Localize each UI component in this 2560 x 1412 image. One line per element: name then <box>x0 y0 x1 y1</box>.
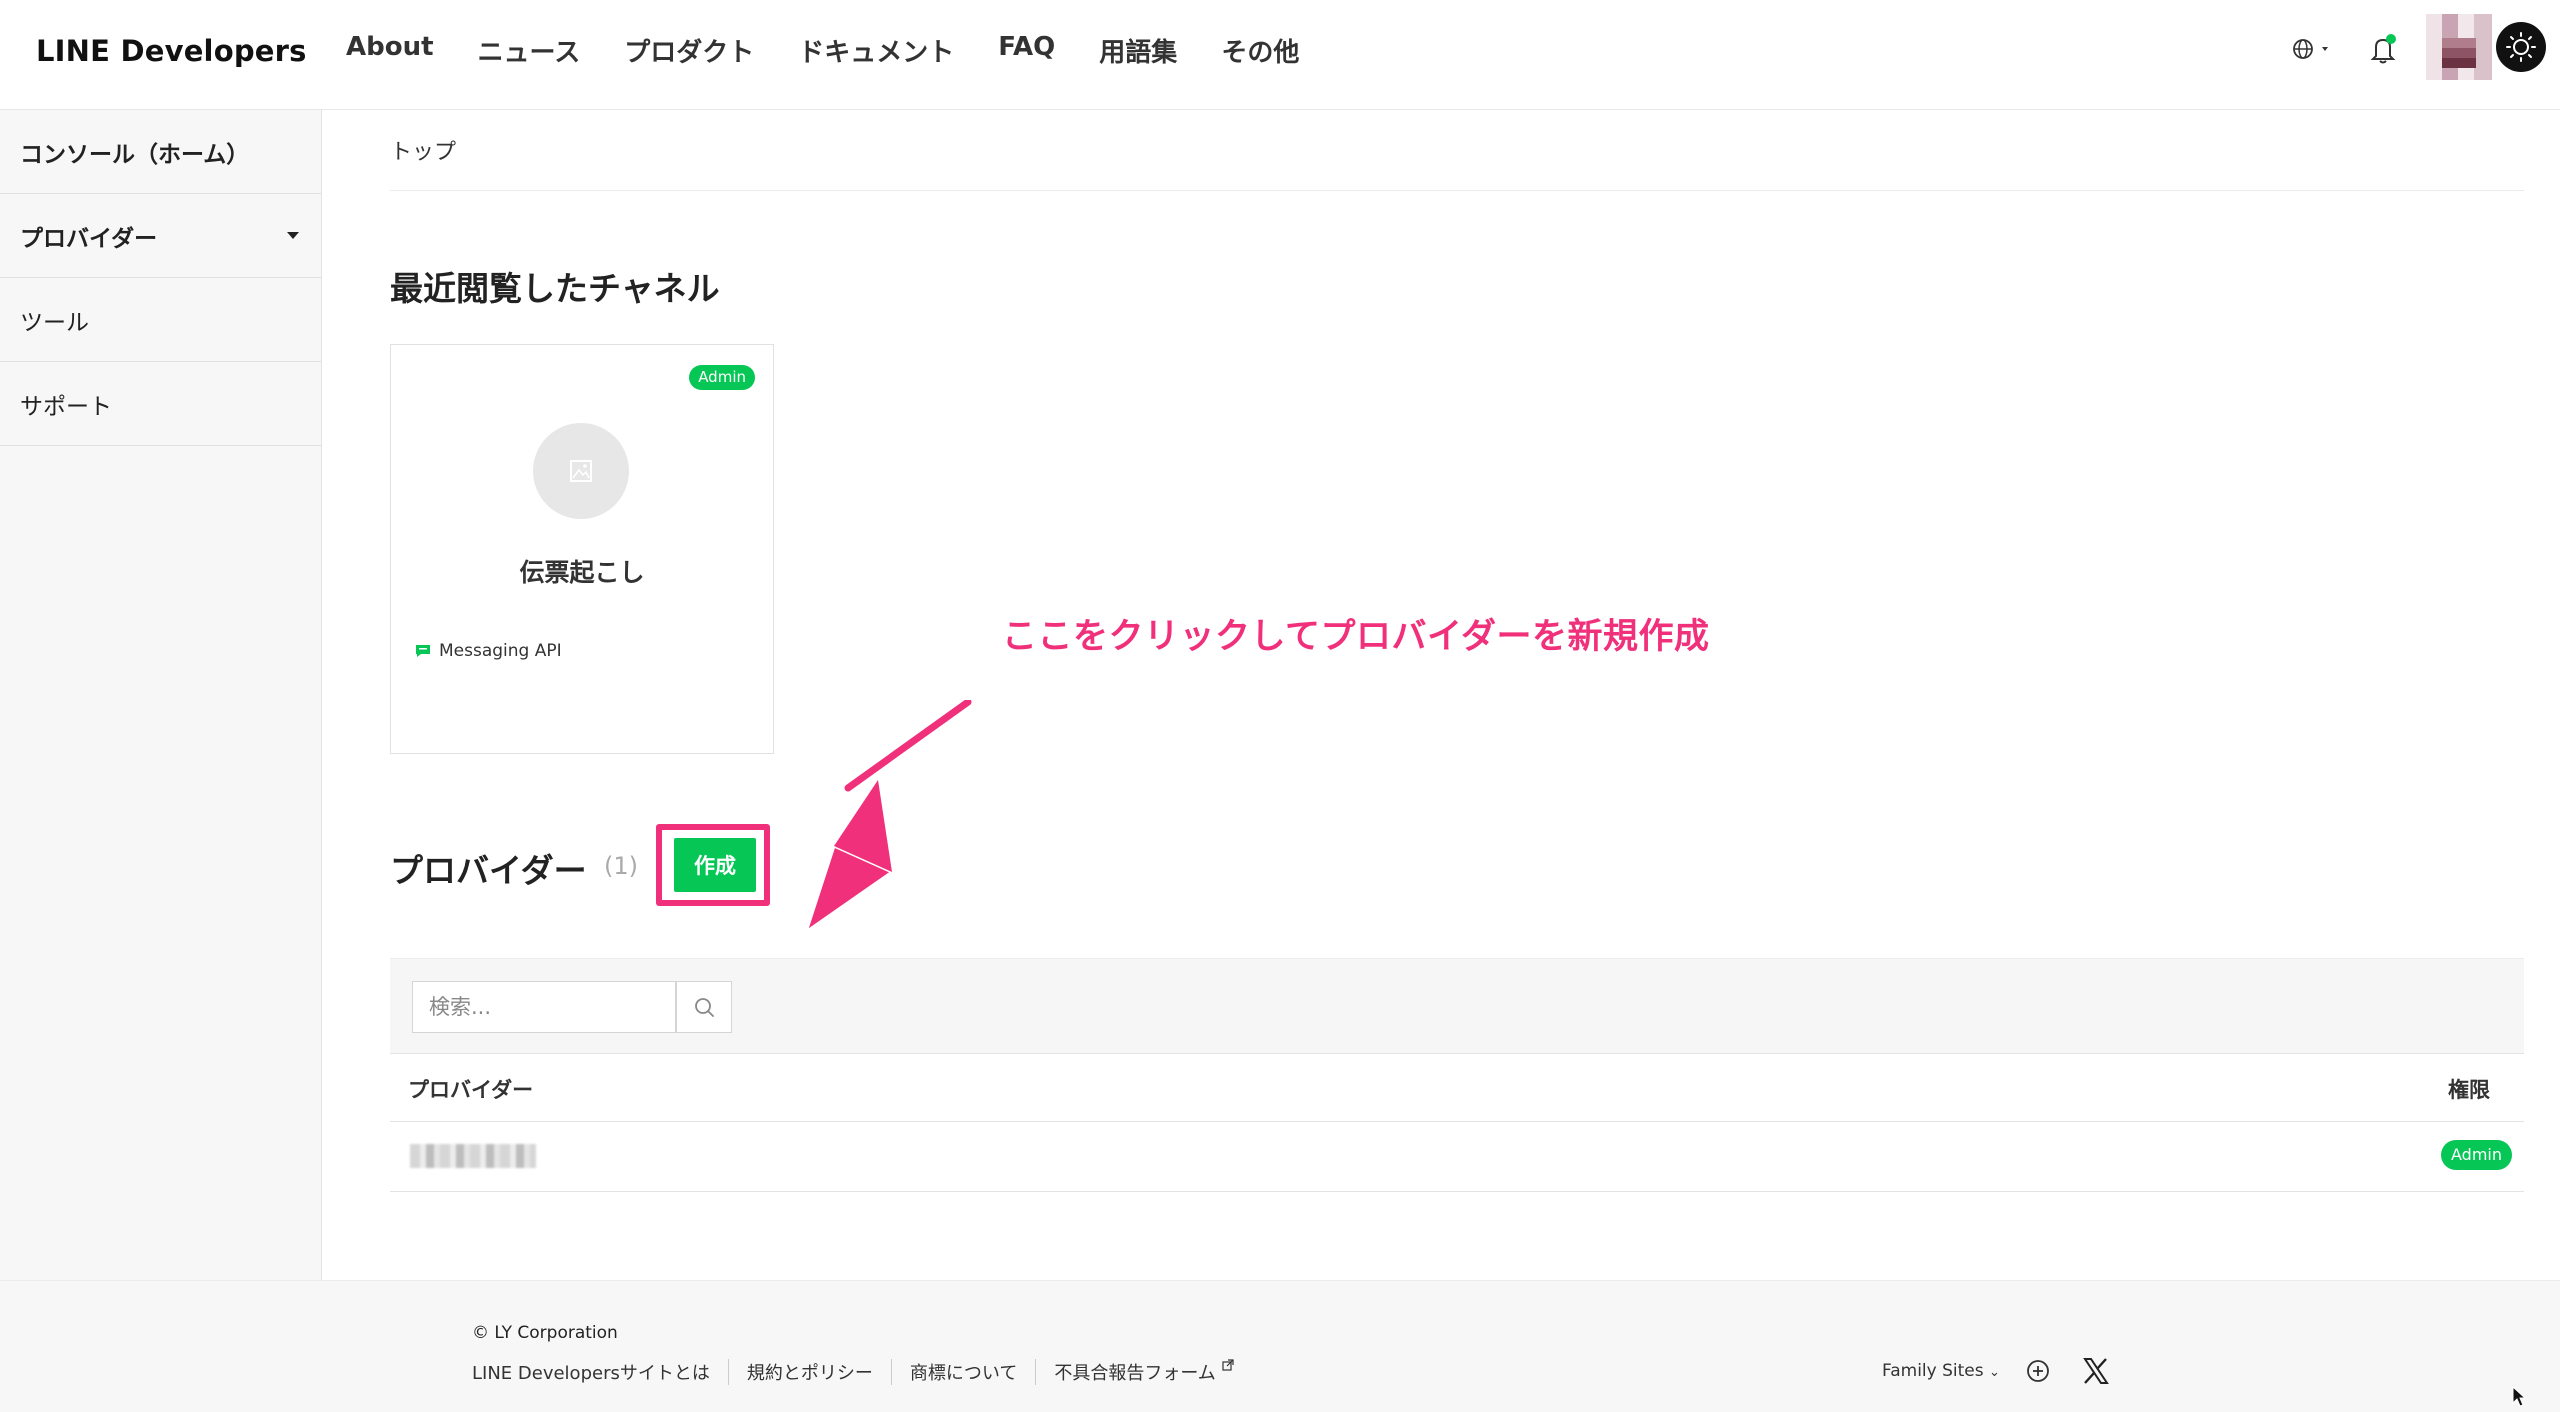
annotation-arrow-icon <box>803 700 974 936</box>
channel-name: 伝票起こし <box>519 558 645 587</box>
messaging-api-icon <box>416 645 430 657</box>
footer: © LY Corporation LINE Developersサイトとは 規約… <box>0 1280 2560 1412</box>
table-header: プロバイダー 権限 <box>390 1054 2524 1122</box>
channel-type: Messaging API <box>415 641 562 661</box>
sidebar: コンソール（ホーム） プロバイダー ツール サポート <box>0 110 322 1280</box>
nav-glossary[interactable]: 用語集 <box>1099 30 1177 71</box>
copyright: © LY Corporation <box>472 1323 618 1343</box>
line-chat-icon[interactable] <box>2024 1357 2052 1385</box>
x-twitter-icon[interactable] <box>2082 1357 2110 1385</box>
recent-channels-title: 最近閲覧したチャネル <box>390 269 720 308</box>
nav-about[interactable]: About <box>346 30 434 71</box>
language-globe-icon[interactable] <box>2290 34 2334 64</box>
annotation-text: ここをクリックしてプロバイダーを新規作成 <box>1002 617 1710 657</box>
channel-type-label: Messaging API <box>439 641 562 661</box>
sidebar-item-support[interactable]: サポート <box>0 362 321 446</box>
admin-badge: Admin <box>689 365 755 390</box>
caret-down-icon <box>287 232 299 239</box>
table-row[interactable]: Admin <box>390 1122 2524 1192</box>
sun-icon <box>2506 32 2536 62</box>
sidebar-item-console-home[interactable]: コンソール（ホーム） <box>0 110 321 194</box>
nav-products[interactable]: プロダクト <box>624 30 754 71</box>
column-header-provider: プロバイダー <box>408 1078 534 1102</box>
family-sites-label: Family Sites <box>1882 1361 1984 1381</box>
footer-link-terms[interactable]: 規約とポリシー <box>727 1359 891 1385</box>
channel-image-placeholder <box>533 423 629 519</box>
search-icon <box>695 998 714 1017</box>
top-header: LINE Developers About ニュース プロダクト ドキュメント … <box>0 0 2560 110</box>
theme-toggle-button[interactable] <box>2496 22 2546 72</box>
nav-news[interactable]: ニュース <box>478 30 581 71</box>
notification-bell-icon[interactable] <box>2368 32 2398 66</box>
sidebar-item-tools[interactable]: ツール <box>0 278 321 362</box>
nav-faq[interactable]: FAQ <box>998 30 1055 71</box>
nav-documents[interactable]: ドキュメント <box>798 30 954 71</box>
main-nav: About ニュース プロダクト ドキュメント FAQ 用語集 その他 <box>346 30 1343 71</box>
column-header-permission: 権限 <box>2448 1078 2490 1102</box>
user-avatar[interactable] <box>2426 14 2492 80</box>
main-content: トップ 最近閲覧したチャネル Admin 伝票起こし Messaging API… <box>322 110 2560 1280</box>
providers-section-title: プロバイダー <box>390 851 587 890</box>
footer-link-label: 不具合報告フォーム <box>1054 1363 1216 1384</box>
provider-search-bar <box>390 958 2524 1054</box>
sidebar-item-providers[interactable]: プロバイダー <box>0 194 321 278</box>
footer-links: LINE Developersサイトとは 規約とポリシー 商標について 不具合報… <box>472 1359 1252 1385</box>
provider-name-redacted <box>410 1144 536 1168</box>
footer-link-about[interactable]: LINE Developersサイトとは <box>472 1359 728 1385</box>
family-sites-dropdown[interactable]: Family Sites ⌄ <box>1882 1361 2000 1381</box>
footer-link-trademark[interactable]: 商標について <box>890 1359 1035 1385</box>
channel-card[interactable]: Admin 伝票起こし Messaging API <box>390 344 774 754</box>
footer-link-bug-report[interactable]: 不具合報告フォーム <box>1035 1359 1251 1385</box>
nav-more[interactable]: その他 <box>1221 30 1299 71</box>
providers-count: (1) <box>604 852 638 880</box>
image-placeholder-icon <box>570 460 592 482</box>
mouse-cursor-icon <box>2512 1386 2526 1407</box>
create-provider-button[interactable]: 作成 <box>674 838 756 892</box>
sidebar-item-label: プロバイダー <box>20 225 158 252</box>
breadcrumb[interactable]: トップ <box>390 134 456 166</box>
site-logo[interactable]: LINE Developers <box>36 34 307 68</box>
provider-search-input[interactable] <box>412 981 676 1033</box>
permission-badge: Admin <box>2441 1140 2512 1170</box>
external-link-icon <box>1221 1359 1234 1371</box>
chevron-down-icon: ⌄ <box>1989 1365 2000 1380</box>
divider <box>390 190 2524 191</box>
search-button[interactable] <box>676 981 732 1033</box>
